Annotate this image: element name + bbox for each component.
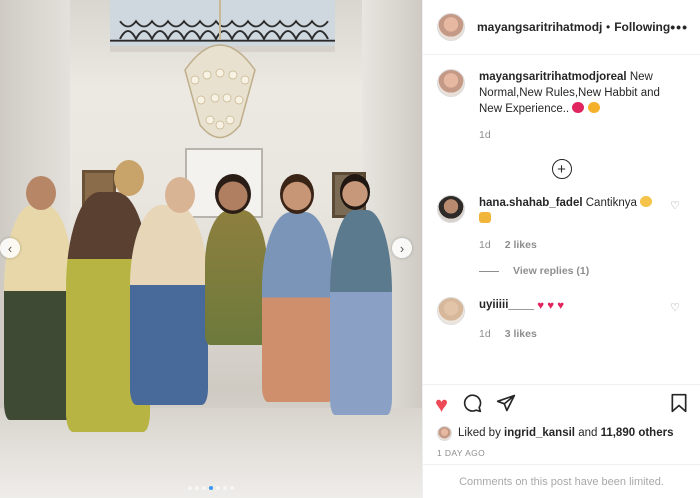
comment-likes[interactable]: 2 likes xyxy=(505,239,537,251)
thumbs-up-icon xyxy=(479,212,491,223)
carousel-dot-active xyxy=(209,486,213,490)
chandelier xyxy=(184,0,256,139)
caption-username[interactable]: mayangsaritrihatmodjoreal xyxy=(479,71,627,83)
person-5 xyxy=(262,212,334,402)
caption-text-block: mayangsaritrihatmodjoreal New Normal,New… xyxy=(479,69,686,117)
post-side-panel: mayangsaritrihatmodjoreal • Following ••… xyxy=(422,0,700,498)
person-1 xyxy=(4,205,74,420)
comment-meta: 1d 3 likes xyxy=(479,328,654,340)
replies-divider xyxy=(479,270,499,272)
person-2-head xyxy=(114,160,144,196)
next-slide-button[interactable]: › xyxy=(392,238,412,258)
heart-on-fire-icon xyxy=(572,102,585,113)
red-heart-icon: ♥ xyxy=(547,300,555,312)
comment-age[interactable]: 1d xyxy=(479,239,491,251)
carousel-dot xyxy=(195,486,199,490)
red-heart-icon: ♥ xyxy=(557,300,565,312)
carousel-dot xyxy=(230,486,234,490)
previous-slide-button[interactable]: ‹ xyxy=(0,238,20,258)
person-5-head xyxy=(280,174,314,214)
action-bar: ♥ xyxy=(423,384,700,424)
header-separator: • xyxy=(606,20,611,34)
smiling-hearts-icon xyxy=(587,102,600,113)
person-4 xyxy=(205,210,267,345)
carousel-dot xyxy=(188,486,192,490)
heart-filled-icon[interactable]: ♥ xyxy=(435,393,448,416)
author-avatar[interactable] xyxy=(437,13,465,41)
more-horizontal-icon[interactable]: ••• xyxy=(670,19,688,35)
comment-age[interactable]: 1d xyxy=(479,328,491,340)
view-replies-button[interactable]: View replies (1) xyxy=(479,265,686,277)
view-replies-label: View replies (1) xyxy=(513,265,590,277)
carousel-dot xyxy=(223,486,227,490)
person-6-head xyxy=(340,174,370,210)
comment-like-heart-icon[interactable]: ♡ xyxy=(670,199,680,212)
caption-avatar[interactable] xyxy=(437,69,465,97)
post-timestamp[interactable]: 1 DAY AGO xyxy=(423,442,700,464)
caption-age[interactable]: 1d xyxy=(479,129,491,141)
comment-avatar[interactable] xyxy=(437,297,465,325)
comment-username[interactable]: hana.shahab_fadel xyxy=(479,197,583,209)
plus-circle-icon[interactable]: + xyxy=(551,159,572,179)
carousel-dot xyxy=(202,486,206,490)
comment-avatar[interactable] xyxy=(437,195,465,223)
caption-meta: 1d xyxy=(479,129,686,141)
comment: hana.shahab_fadel Cantiknya 1d 2 likes ♡ xyxy=(437,195,686,251)
comment-meta: 1d 2 likes xyxy=(479,239,654,251)
kiss-face-icon xyxy=(640,196,653,207)
comment-text-block: hana.shahab_fadel Cantiknya xyxy=(479,195,654,227)
liked-by: Liked by ingrid_kansil and 11,890 others xyxy=(423,424,700,442)
chevron-right-icon: › xyxy=(399,240,405,256)
comments-limited-notice: Comments on this post have been limited. xyxy=(423,464,700,498)
comment-likes[interactable]: 3 likes xyxy=(505,328,537,340)
following-button[interactable]: Following xyxy=(614,20,670,34)
comment-icon[interactable] xyxy=(462,393,482,417)
person-4-head xyxy=(215,174,251,214)
share-icon[interactable] xyxy=(496,393,516,417)
liked-by-user[interactable]: ingrid_kansil xyxy=(504,427,575,439)
marble-floor xyxy=(0,408,422,498)
chevron-left-icon: ‹ xyxy=(7,240,13,256)
person-3 xyxy=(130,205,208,405)
person-1-head xyxy=(26,176,56,210)
likes-count[interactable]: 11,890 others xyxy=(601,427,674,439)
caption: mayangsaritrihatmodjoreal New Normal,New… xyxy=(437,69,686,141)
comment-like-heart-icon[interactable]: ♡ xyxy=(670,301,680,314)
person-6 xyxy=(330,210,392,415)
comment-text: Cantiknya xyxy=(585,197,637,209)
load-more-comments: + xyxy=(437,159,686,179)
post-header: mayangsaritrihatmodjoreal • Following ••… xyxy=(423,0,700,55)
person-3-head xyxy=(165,177,195,213)
comment-text-block: uyiiiii____ ♥ ♥ ♥ xyxy=(479,297,654,314)
carousel-dot xyxy=(216,486,220,490)
bookmark-icon[interactable] xyxy=(670,393,688,417)
post-photo[interactable]: ‹ › xyxy=(0,0,422,498)
liked-by-and: and xyxy=(578,427,598,439)
carousel-dots xyxy=(0,486,422,490)
liked-by-prefix: Liked by xyxy=(458,427,501,439)
comment-username[interactable]: uyiiiii____ xyxy=(479,299,534,311)
comments-list: mayangsaritrihatmodjoreal New Normal,New… xyxy=(423,55,700,384)
red-heart-icon: ♥ xyxy=(537,300,545,312)
author-username[interactable]: mayangsaritrihatmodjoreal xyxy=(477,20,602,34)
liked-by-avatar[interactable] xyxy=(437,425,452,441)
comment: uyiiiii____ ♥ ♥ ♥ 1d 3 likes ♡ xyxy=(437,297,686,340)
